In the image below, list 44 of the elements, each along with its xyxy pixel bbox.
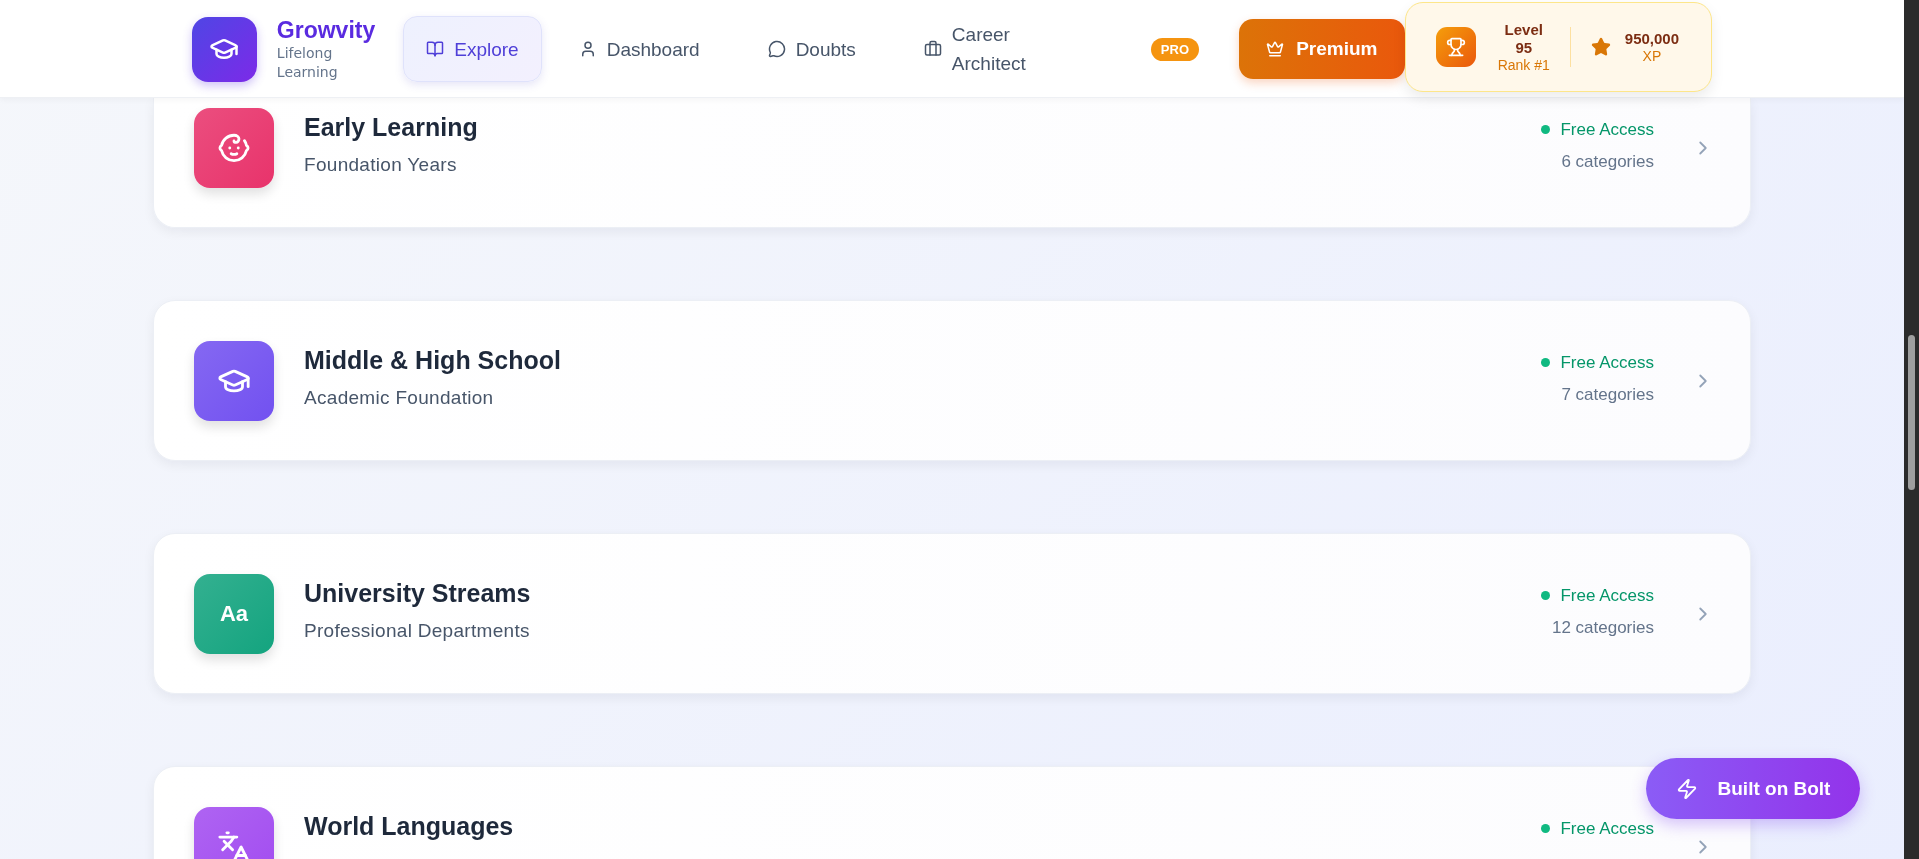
category-count: 6 categories bbox=[1561, 151, 1654, 172]
category-count: 7 categories bbox=[1561, 384, 1654, 405]
nav-tab[interactable]: Doubts bbox=[744, 33, 879, 65]
crown-icon bbox=[1266, 40, 1285, 58]
access-label: Free Access bbox=[1541, 352, 1654, 373]
brand-tagline: Lifelong Learning bbox=[276, 43, 339, 82]
status-dot bbox=[1541, 125, 1551, 134]
category-title: University Streams bbox=[304, 578, 532, 608]
star-icon bbox=[1590, 37, 1611, 57]
status-dot bbox=[1541, 591, 1551, 600]
category-subtitle: Academic Foundation bbox=[304, 386, 495, 409]
trophy-icon bbox=[1435, 27, 1476, 67]
category-subtitle: Foundation Years bbox=[304, 153, 458, 176]
category-subtitle: Professional Departments bbox=[304, 619, 531, 642]
briefcase-icon bbox=[923, 40, 942, 58]
access-label: Free Access bbox=[1541, 818, 1654, 839]
chat-bubble-icon bbox=[767, 40, 786, 58]
category-title: Early Learning bbox=[304, 112, 479, 142]
status-dot bbox=[1541, 358, 1551, 367]
category-title: World Languages bbox=[304, 811, 515, 841]
pro-badge: PRO bbox=[1150, 37, 1199, 61]
category-glyph: Aa bbox=[194, 573, 274, 654]
category-card[interactable]: Aa University Streams Professional Departments Free Access 12 categories bbox=[153, 533, 1751, 694]
built-on-bolt-button[interactable]: Built on Bolt bbox=[1646, 758, 1860, 819]
nav-tab[interactable]: Dashboard bbox=[555, 33, 723, 65]
category-card[interactable]: Middle & High School Academic Foundation Free Access 7 categories bbox=[153, 300, 1751, 461]
brand-name: Growvity bbox=[276, 16, 376, 44]
lightning-icon bbox=[1675, 777, 1698, 800]
nav-tab[interactable]: Explore bbox=[403, 16, 542, 82]
nav-tab[interactable]: Career Architect bbox=[900, 19, 1085, 79]
scrollbar[interactable] bbox=[1904, 0, 1919, 859]
category-title: Middle & High School bbox=[304, 345, 562, 375]
xp-label: XP bbox=[1642, 47, 1662, 65]
category-card[interactable]: Early Learning Foundation Years Free Access 6 categories bbox=[153, 98, 1751, 228]
xp-value: 950,000 bbox=[1624, 29, 1680, 48]
level-label: Level bbox=[1504, 20, 1543, 39]
access-label: Free Access bbox=[1541, 585, 1654, 606]
status-dot bbox=[1541, 824, 1551, 833]
category-count: 12 categories bbox=[1551, 617, 1654, 638]
access-label: Free Access bbox=[1541, 119, 1654, 140]
level-value: 95 bbox=[1515, 38, 1533, 57]
logo-icon bbox=[192, 16, 257, 82]
book-icon bbox=[426, 40, 445, 58]
rank-label: Rank #1 bbox=[1497, 56, 1550, 74]
